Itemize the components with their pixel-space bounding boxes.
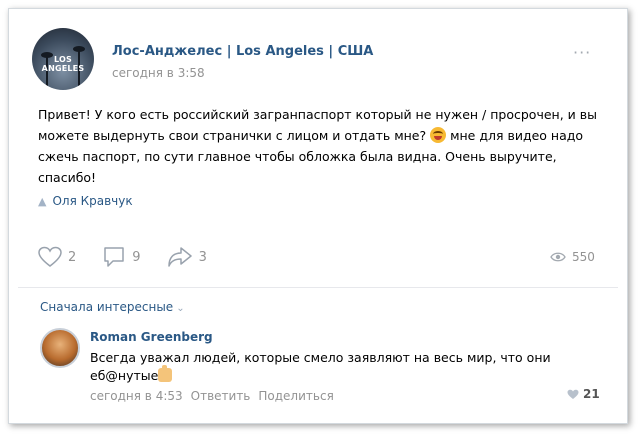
emoji-icon [430, 127, 447, 143]
comment-author-avatar[interactable] [40, 328, 80, 368]
person-icon: ▲ [38, 194, 47, 208]
post-timestamp[interactable]: сегодня в 3:58 [112, 66, 205, 80]
views-count: 550 [572, 250, 595, 264]
more-options-button[interactable]: ··· [573, 43, 591, 62]
thumbs-up-icon [158, 365, 173, 382]
share-comment-button[interactable]: Поделиться [258, 389, 333, 403]
comment-timestamp[interactable]: сегодня в 4:53 [90, 389, 183, 403]
comment-icon [104, 247, 125, 267]
reply-button[interactable]: Ответить [191, 389, 251, 403]
views-counter: 550 [550, 250, 595, 264]
heart-icon [567, 389, 579, 399]
comment-like-button[interactable]: 21 [567, 387, 600, 401]
comment-count: 9 [132, 249, 141, 265]
share-count: 3 [198, 249, 207, 265]
chevron-down-icon: ⌄ [176, 303, 185, 314]
like-count: 2 [68, 249, 77, 265]
post-author[interactable]: ▲ Оля Кравчук [38, 194, 133, 208]
avatar-logo-text: LOS ANGELES [41, 55, 85, 73]
post-author-name[interactable]: Оля Кравчук [52, 194, 132, 208]
heart-icon [38, 246, 62, 267]
share-icon [167, 247, 192, 267]
post-actions: 2 9 3 [38, 245, 233, 269]
comments-sort-dropdown[interactable]: Сначала интересные ⌄ [40, 300, 185, 314]
eye-icon [550, 252, 566, 262]
comments-sort-label[interactable]: Сначала интересные [40, 300, 173, 314]
group-avatar[interactable]: LOS ANGELES [32, 28, 94, 90]
share-button[interactable]: 3 [167, 246, 207, 268]
divider [18, 287, 618, 288]
comment-author-name[interactable]: Roman Greenberg [90, 330, 213, 344]
like-button[interactable]: 2 [38, 246, 76, 268]
comment-like-count: 21 [583, 387, 600, 401]
comment-button[interactable]: 9 [102, 245, 141, 269]
comment-meta: сегодня в 4:53 Ответить Поделиться [90, 389, 342, 403]
comment-text: Всегда уважал людей, которые смело заявл… [90, 349, 560, 385]
post-text: Привет! У кого есть российский загранпас… [38, 104, 598, 188]
group-name-link[interactable]: Лос-Анджелес | Los Angeles | США [112, 44, 373, 59]
